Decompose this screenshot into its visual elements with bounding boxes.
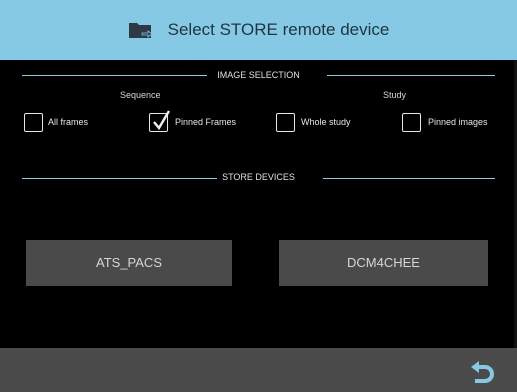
- pinned-images-checkbox[interactable]: [402, 113, 421, 132]
- all-frames-checkbox[interactable]: [24, 113, 43, 132]
- folder-export-icon: [128, 23, 153, 38]
- dialog-footer: [0, 348, 517, 392]
- whole-study-checkbox[interactable]: [276, 113, 295, 132]
- sequence-label: Sequence: [120, 90, 161, 100]
- pinned-frames-label: Pinned Frames: [175, 117, 237, 127]
- divider-right: [327, 75, 495, 76]
- dialog-header: Select STORE remote device: [0, 0, 517, 60]
- device-button-dcm4chee[interactable]: DCM4CHEE: [279, 240, 488, 286]
- device-button-ats-pacs[interactable]: ATS_PACS: [26, 240, 232, 286]
- pinned-frames-checkbox[interactable]: [149, 110, 171, 132]
- checkmark-icon: [153, 110, 171, 131]
- study-label: Study: [383, 90, 407, 100]
- store-devices-heading: STORE DEVICES: [222, 172, 295, 182]
- divider-right-2: [323, 178, 495, 179]
- dialog-title: Select STORE remote device: [167, 20, 390, 39]
- whole-study-label: Whole study: [301, 117, 351, 127]
- all-frames-label: All frames: [48, 117, 89, 127]
- pinned-images-label: Pinned images: [428, 117, 488, 127]
- back-arrow-icon[interactable]: [467, 358, 497, 384]
